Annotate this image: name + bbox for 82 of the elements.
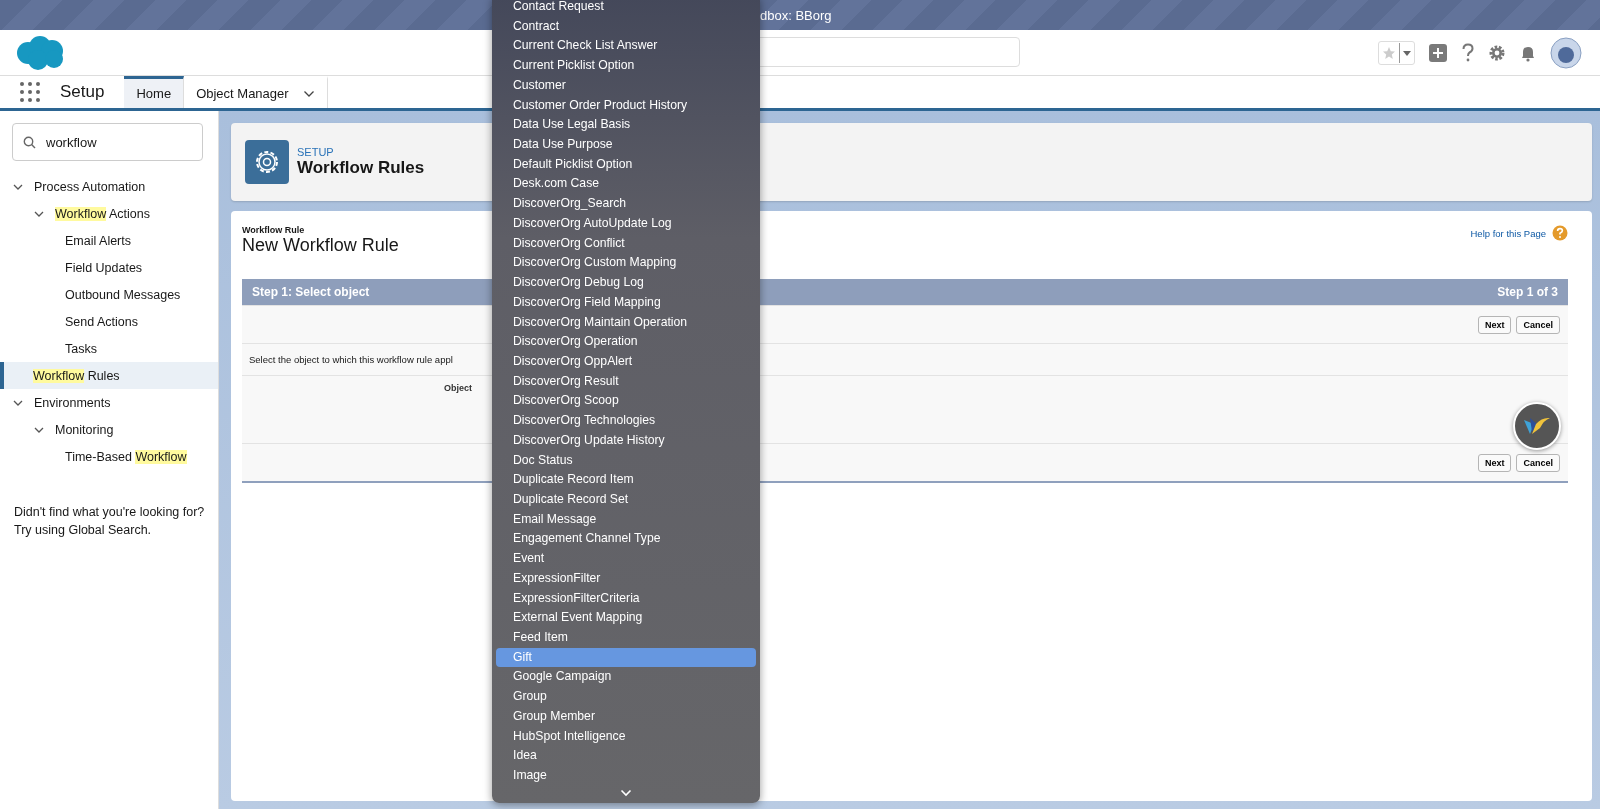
form-button[interactable]: Next	[1477, 315, 1512, 334]
menu-item[interactable]: HubSpot Intelligence	[496, 726, 756, 747]
caret-icon	[1399, 42, 1414, 63]
menu-item[interactable]: Duplicate Record Item	[496, 470, 756, 490]
form-button[interactable]: Cancel	[1516, 315, 1560, 334]
gear-icon	[245, 140, 289, 184]
menu-item[interactable]: Doc Status	[496, 450, 756, 471]
menu-item[interactable]: Customer Order Product History	[496, 95, 756, 116]
menu-item[interactable]: Feed Item	[496, 628, 756, 648]
menu-item[interactable]: DiscoverOrg Debug Log	[496, 273, 756, 293]
menu-item[interactable]: Image	[496, 766, 756, 786]
menu-item[interactable]: DiscoverOrg Field Mapping	[496, 292, 756, 313]
tree-item[interactable]: Time-Based Workflow	[0, 443, 218, 470]
star-icon	[1382, 45, 1396, 60]
menu-item[interactable]: DiscoverOrg Conflict	[496, 233, 756, 254]
menu-item[interactable]: DiscoverOrg AutoUpdate Log	[496, 213, 756, 234]
tree-item[interactable]: Email Alerts	[0, 227, 218, 254]
tree-item[interactable]: Field Updates	[0, 254, 218, 281]
menu-item[interactable]: Event	[496, 549, 756, 569]
chevron-down-icon	[620, 788, 632, 797]
section-label: SETUP	[297, 146, 335, 158]
menu-item[interactable]: Group	[496, 687, 756, 707]
menu-item[interactable]: Google Campaign	[496, 667, 756, 688]
tree-item[interactable]: Environments	[0, 389, 218, 416]
menu-item[interactable]: ExpressionFilter	[496, 568, 756, 589]
menu-item[interactable]: DiscoverOrg Custom Mapping	[496, 253, 756, 274]
menu-item[interactable]: ExpressionFilterCriteria	[496, 588, 756, 609]
tree-item[interactable]: Outbound Messages	[0, 281, 218, 308]
help-link[interactable]: Help for this Page	[1470, 227, 1546, 239]
menu-item[interactable]: DiscoverOrg Update History	[496, 430, 756, 451]
cloud-logo-icon	[14, 34, 66, 71]
help-text: Try using Global Search.	[14, 522, 153, 539]
window-title: dbox: BBorg	[760, 7, 832, 23]
tree-item[interactable]: Monitoring	[0, 416, 218, 443]
step-title: Step 1: Select object	[252, 285, 370, 299]
menu-item[interactable]: DiscoverOrg Operation	[496, 332, 756, 352]
menu-item[interactable]: Email Message	[496, 509, 756, 530]
breadcrumb: Workflow Rule	[242, 225, 306, 235]
app-name: Setup	[60, 82, 105, 102]
step-counter: Step 1 of 3	[1497, 285, 1558, 299]
menu-item[interactable]: Idea	[496, 746, 756, 767]
field-label: Object	[444, 383, 472, 393]
menu-item[interactable]: Data Use Legal Basis	[496, 115, 756, 136]
tree-item[interactable]: Workflow Rules	[0, 362, 218, 389]
menu-item[interactable]: DiscoverOrg OppAlert	[496, 351, 756, 372]
app-launcher-icon[interactable]	[20, 82, 40, 102]
form-title: New Workflow Rule	[242, 235, 399, 256]
tree-item[interactable]: Send Actions	[0, 308, 218, 335]
tree-item[interactable]: Process Automation	[0, 173, 218, 200]
avatar-icon[interactable]	[1550, 36, 1582, 69]
nav-tab[interactable]: Home	[124, 76, 185, 108]
menu-item[interactable]: Data Use Purpose	[496, 135, 756, 155]
menu-item[interactable]: Customer	[496, 75, 756, 96]
instruction-text: Select the object to which this workflow rule appl	[249, 354, 453, 365]
menu-item[interactable]: DiscoverOrg Maintain Operation	[496, 312, 756, 333]
menu-item[interactable]: Current Check List Answer	[496, 36, 756, 57]
menu-item[interactable]: DiscoverOrg Scoop	[496, 391, 756, 412]
search-field[interactable]: workflow	[12, 123, 203, 161]
menu-item[interactable]: Contact Request	[496, 0, 756, 17]
settings-icon[interactable]	[1488, 43, 1506, 62]
menu-item[interactable]: Current Picklist Option	[496, 56, 756, 76]
help-icon[interactable]	[1461, 42, 1475, 63]
tree-item[interactable]: Tasks	[0, 335, 218, 362]
menu-item[interactable]: External Event Mapping	[496, 608, 756, 628]
help-text: Didn't find what you're looking for?	[14, 504, 206, 521]
nav-tab[interactable]: Object Manager	[184, 76, 328, 108]
menu-item[interactable]: Group Member	[496, 706, 756, 727]
page-title: Workflow Rules	[297, 158, 425, 178]
menu-item[interactable]: Duplicate Record Set	[496, 489, 756, 510]
menu-item[interactable]: DiscoverOrg Technologies	[496, 411, 756, 431]
menu-item[interactable]: Contract	[496, 16, 756, 37]
menu-item[interactable]: Desk.com Case	[496, 174, 756, 195]
menu-item[interactable]: Engagement Channel Type	[496, 529, 756, 550]
search-icon	[23, 135, 36, 149]
menu-item[interactable]: Default Picklist Option	[496, 154, 756, 175]
menu-item[interactable]: DiscoverOrg Result	[496, 371, 756, 392]
menu-item[interactable]: DiscoverOrg_Search	[496, 194, 756, 214]
tree-item[interactable]: Workflow Actions	[0, 200, 218, 227]
form-button[interactable]: Cancel	[1516, 453, 1560, 472]
plus-icon[interactable]	[1428, 42, 1448, 63]
favorites-button[interactable]	[1378, 40, 1415, 65]
form-button[interactable]: Next	[1477, 453, 1512, 472]
